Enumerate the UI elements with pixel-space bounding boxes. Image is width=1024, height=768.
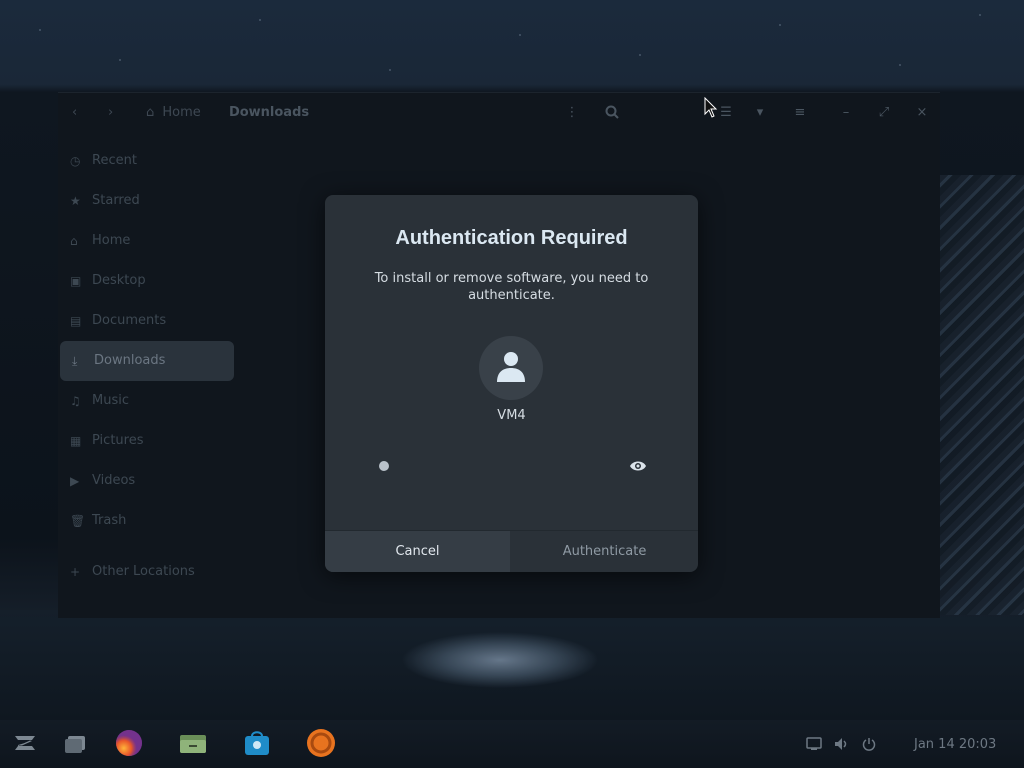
firefox-icon[interactable]	[114, 728, 144, 758]
sidebar-item-label: Other Locations	[92, 564, 195, 579]
cancel-button[interactable]: Cancel	[325, 531, 510, 572]
search-icon[interactable]	[604, 105, 620, 121]
sidebar-item-pictures[interactable]: ▦ Pictures	[58, 421, 238, 461]
workspace-switcher-icon[interactable]	[62, 728, 92, 758]
sidebar-item-recent[interactable]: ◷ Recent	[58, 141, 238, 181]
breadcrumb-current[interactable]: Downloads	[229, 105, 309, 120]
forward-icon[interactable]: ›	[108, 105, 113, 120]
power-icon[interactable]	[862, 737, 876, 754]
sidebar-item-label: Home	[92, 233, 131, 248]
sidebar-item-trash[interactable]: 🗑 Trash	[58, 501, 238, 541]
sidebar-item-starred[interactable]: ★ Starred	[58, 181, 238, 221]
sidebar-item-label: Documents	[92, 313, 167, 328]
zorin-menu-icon[interactable]	[10, 728, 40, 758]
sidebar-item-videos[interactable]: ▶ Videos	[58, 461, 238, 501]
maximize-icon[interactable]: ⤢	[876, 105, 892, 121]
plus-icon: +	[70, 565, 81, 579]
sidebar-item-label: Desktop	[92, 273, 146, 288]
breadcrumb-home[interactable]: Home	[162, 105, 200, 120]
files-icon[interactable]	[178, 728, 208, 758]
sidebar-item-label: Trash	[92, 513, 127, 528]
dropdown-icon[interactable]: ▾	[752, 105, 768, 121]
password-dot	[379, 461, 389, 471]
volume-icon[interactable]	[834, 737, 850, 754]
wallpaper-rock	[940, 175, 1024, 615]
sidebar-item-label: Music	[92, 393, 129, 408]
sidebar-item-other-locations[interactable]: + Other Locations	[58, 552, 238, 592]
video-icon: ▶	[70, 474, 80, 488]
avatar	[479, 336, 543, 400]
sidebar-item-label: Starred	[92, 193, 140, 208]
user-icon	[497, 352, 525, 382]
trash-icon: 🗑	[70, 514, 86, 528]
wallpaper-mountains	[0, 610, 1024, 720]
desktop-icon: ▣	[70, 274, 82, 288]
breadcrumb: ⌂ Home Downloads	[146, 105, 309, 120]
document-icon: ▤	[70, 314, 82, 328]
authenticate-button[interactable]: Authenticate	[511, 531, 698, 572]
password-field[interactable]	[377, 455, 647, 477]
authentication-dialog: Authentication Required To install or re…	[325, 195, 698, 572]
network-icon[interactable]	[806, 737, 822, 754]
download-icon: ⤓	[72, 354, 78, 368]
file-manager-header: ‹ › ⌂ Home Downloads ⋮ ☰ ▾ ≡ – ⤢ ×	[58, 93, 940, 133]
eye-icon[interactable]	[629, 457, 647, 475]
minimize-icon[interactable]: –	[838, 105, 854, 121]
sidebar-item-desktop[interactable]: ▣ Desktop	[58, 261, 238, 301]
sidebar-item-home[interactable]: ⌂ Home	[58, 221, 238, 261]
sidebar-item-label: Downloads	[94, 353, 166, 368]
view-list-icon[interactable]: ☰	[718, 105, 734, 121]
username-label: VM4	[497, 408, 526, 423]
settings-icon[interactable]	[306, 728, 336, 758]
sidebar-item-label: Recent	[92, 153, 137, 168]
dialog-title: Authentication Required	[395, 227, 628, 249]
sidebar-item-label: Videos	[92, 473, 136, 488]
home-icon: ⌂	[70, 234, 78, 248]
sidebar-item-label: Pictures	[92, 433, 144, 448]
home-icon: ⌂	[146, 105, 155, 120]
more-icon[interactable]: ⋮	[564, 105, 580, 121]
picture-icon: ▦	[70, 434, 82, 448]
star-icon: ★	[70, 194, 81, 208]
sidebar-item-documents[interactable]: ▤ Documents	[58, 301, 238, 341]
clock-icon: ◷	[70, 154, 81, 168]
sidebar: ◷ Recent ★ Starred ⌂ Home ▣ Desktop ▤ Do…	[58, 141, 238, 592]
back-icon[interactable]: ‹	[72, 105, 77, 120]
close-icon[interactable]: ×	[914, 105, 930, 121]
dialog-message: To install or remove software, you need …	[374, 271, 649, 303]
menu-icon[interactable]: ≡	[792, 105, 808, 121]
sidebar-item-music[interactable]: ♫ Music	[58, 381, 238, 421]
sidebar-item-downloads[interactable]: ⤓ Downloads	[60, 341, 234, 381]
music-icon: ♫	[70, 394, 81, 408]
dialog-button-bar: Cancel Authenticate	[325, 530, 698, 572]
clock[interactable]: Jan 14 20:03	[914, 737, 996, 752]
mouse-cursor-icon	[704, 96, 718, 123]
software-store-icon[interactable]	[242, 728, 272, 758]
